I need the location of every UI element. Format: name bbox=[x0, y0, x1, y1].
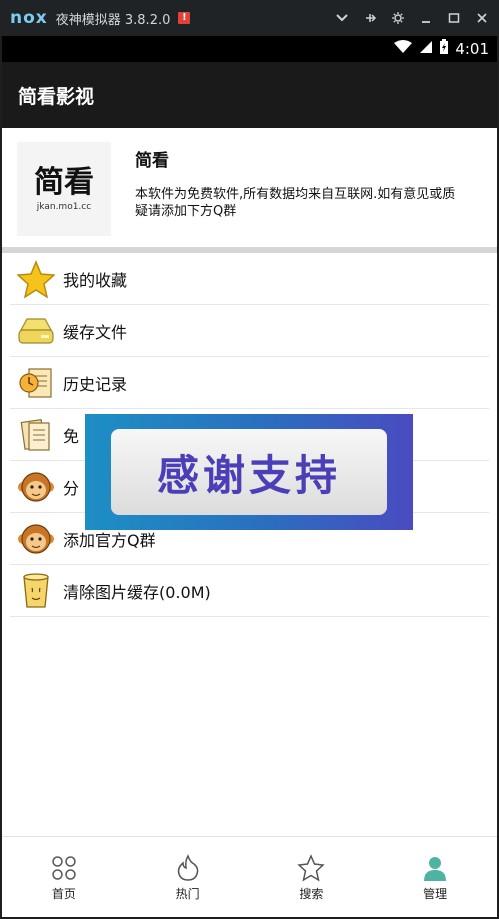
history-icon bbox=[16, 363, 56, 403]
menu-item-history[interactable]: 历史记录 bbox=[10, 357, 489, 409]
thanks-toast-text: 感谢支持 bbox=[156, 450, 341, 500]
window-controls bbox=[335, 0, 489, 36]
star-icon bbox=[16, 259, 56, 299]
user-icon bbox=[420, 853, 450, 883]
emulator-title: 夜神模拟器 3.8.2.0 bbox=[55, 12, 171, 28]
signal-icon bbox=[419, 40, 433, 58]
home-icon bbox=[49, 853, 79, 883]
app-logo: 简看 jkan.mo1.cc bbox=[17, 142, 111, 236]
thanks-toast-panel: 感谢支持 bbox=[111, 429, 387, 515]
app-logo-url: jkan.mo1.cc bbox=[36, 202, 92, 212]
monkey-icon bbox=[16, 519, 56, 559]
status-time: 4:01 bbox=[455, 40, 489, 58]
android-screen: 4:01 简看影视 简看 jkan.mo1.cc 简看 本软件为免费软件,所有数… bbox=[2, 36, 497, 917]
wifi-icon bbox=[393, 40, 413, 58]
pin-icon[interactable] bbox=[363, 11, 377, 25]
disk-icon bbox=[16, 311, 56, 351]
maximize-icon[interactable] bbox=[447, 11, 461, 25]
nav-hot[interactable]: 热门 bbox=[126, 837, 250, 917]
page-title: 简看影视 bbox=[18, 85, 95, 108]
about-title: 简看 bbox=[135, 151, 169, 171]
battery-icon bbox=[439, 39, 449, 59]
nox-logo: nox bbox=[10, 8, 48, 28]
minimize-icon[interactable] bbox=[419, 11, 433, 25]
fire-icon bbox=[173, 853, 203, 883]
document-icon bbox=[16, 415, 56, 455]
thanks-toast: 感谢支持 bbox=[85, 414, 413, 530]
app-bar: 简看影视 bbox=[2, 62, 497, 128]
emulator-title-bar: nox 夜神模拟器 3.8.2.0 ! bbox=[0, 0, 499, 36]
nav-manage[interactable]: 管理 bbox=[373, 837, 497, 917]
star-outline-icon bbox=[296, 853, 326, 883]
monkey-icon bbox=[16, 467, 56, 507]
trash-icon bbox=[16, 571, 56, 611]
nav-search[interactable]: 搜索 bbox=[250, 837, 374, 917]
bottom-nav: 首页 热门 搜索 管理 bbox=[2, 836, 497, 917]
about-section: 简看 jkan.mo1.cc 简看 本软件为免费软件,所有数据均来自互联网.如有… bbox=[2, 128, 497, 253]
menu-item-favorites[interactable]: 我的收藏 bbox=[10, 253, 489, 305]
gear-icon[interactable] bbox=[391, 11, 405, 25]
nav-home[interactable]: 首页 bbox=[2, 837, 126, 917]
menu-item-cache-files[interactable]: 缓存文件 bbox=[10, 305, 489, 357]
menu-item-clear-cache[interactable]: 清除图片缓存(0.0M) bbox=[10, 565, 489, 617]
alert-badge[interactable]: ! bbox=[178, 12, 191, 24]
chevron-down-icon[interactable] bbox=[335, 11, 349, 25]
close-icon[interactable] bbox=[475, 11, 489, 25]
about-description: 本软件为免费软件,所有数据均来自互联网.如有意见或质疑请添加下方Q群 bbox=[135, 187, 456, 219]
status-bar: 4:01 bbox=[2, 36, 497, 62]
app-logo-text: 简看 bbox=[34, 165, 94, 200]
